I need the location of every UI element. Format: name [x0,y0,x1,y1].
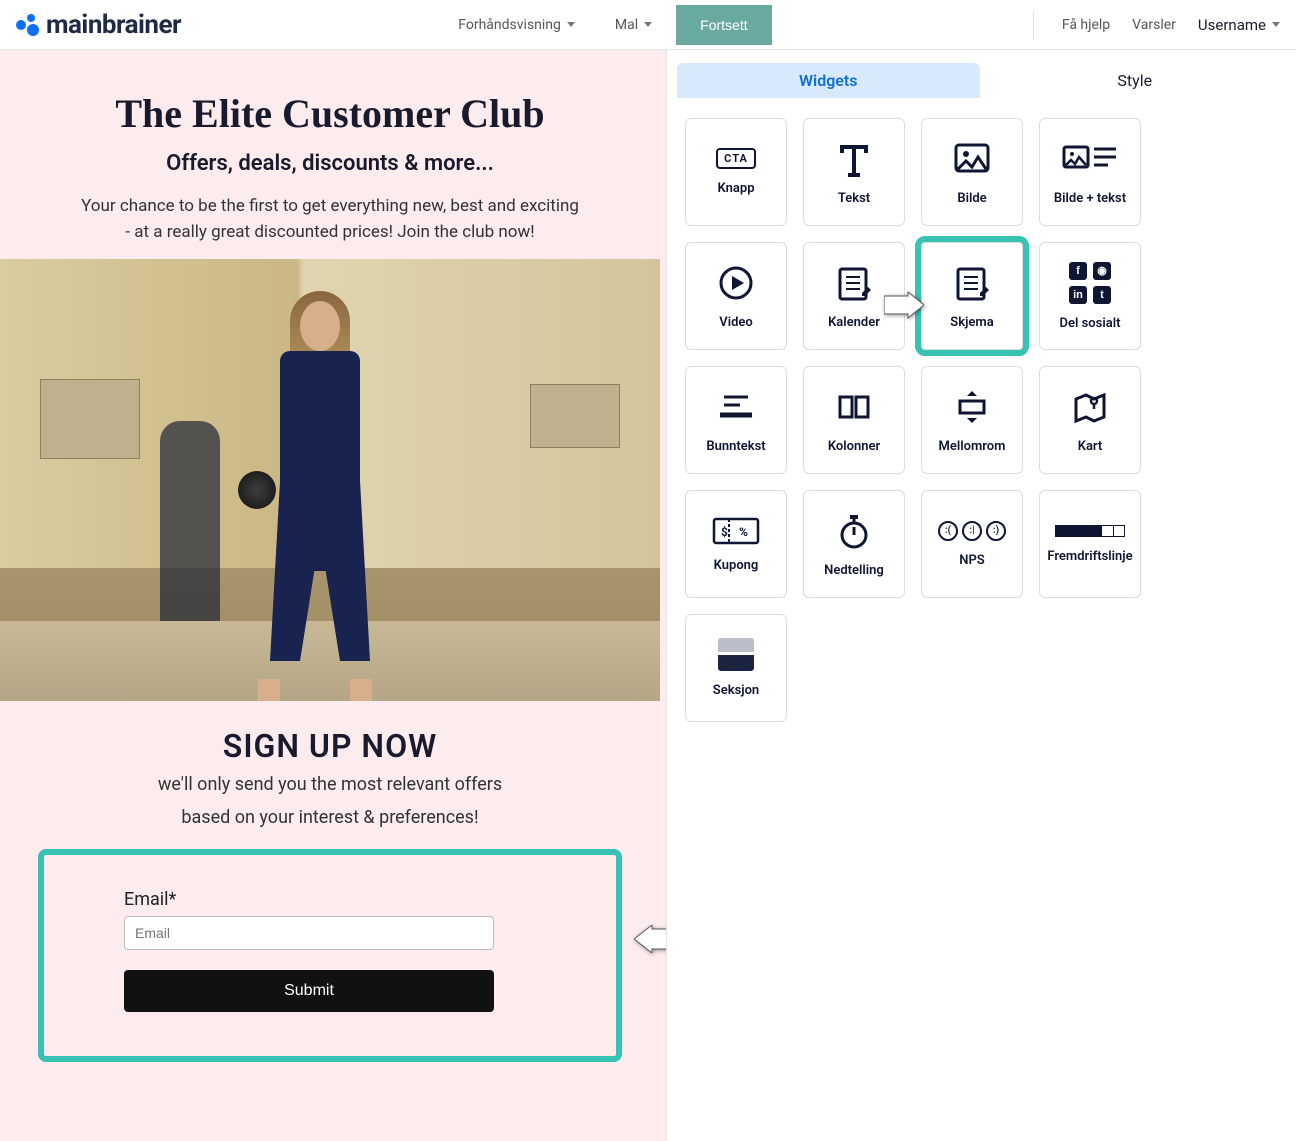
logo: mainbrainer [16,10,181,40]
logo-dots-icon [16,13,40,37]
widget-label: Bilde + tekst [1054,191,1126,206]
widget-label: Skjema [950,315,993,330]
alerts-link[interactable]: Varsler [1132,17,1176,33]
caret-down-icon [644,22,652,27]
widget-bilde-tekst[interactable]: Bilde + tekst [1039,118,1141,226]
widget-label: Tekst [838,191,870,206]
form-widget-highlight[interactable]: Email* Submit [38,849,622,1062]
widget-skjema[interactable]: Skjema [921,242,1023,350]
widget-label: Bunntekst [706,439,765,454]
widgets-grid: CTA Knapp Tekst Bilde Bilde + tekst [667,100,1296,740]
signup-desc-1: we'll only send you the most relevant of… [38,771,622,798]
widget-label: Bilde [957,191,986,206]
form-icon [952,263,992,303]
image-icon [952,139,992,179]
header-center: Forhåndsvisning Mal Fortsett [442,5,771,45]
club-desc-1: Your chance to be the first to get every… [0,194,660,220]
social-icons: f◉int [1069,262,1111,304]
canvas-area[interactable]: The Elite Customer Club Offers, deals, d… [0,50,666,1141]
preview-label: Forhåndsvisning [458,17,561,33]
signup-desc-2: based on your interest & preferences! [38,804,622,831]
submit-button[interactable]: Submit [124,970,494,1012]
preview-dropdown[interactable]: Forhåndsvisning [442,7,591,43]
tab-style[interactable]: Style [984,63,1287,98]
video-icon [716,263,756,303]
app-header: mainbrainer Forhåndsvisning Mal Fortsett… [0,0,1296,50]
hero-image [0,259,660,701]
continue-button[interactable]: Fortsett [676,5,771,45]
widget-nps[interactable]: :(:|:) NPS [921,490,1023,598]
club-title: The Elite Customer Club [0,90,660,137]
widget-kupong[interactable]: $% Kupong [685,490,787,598]
widget-label: Nedtelling [824,563,884,578]
widget-nedtelling[interactable]: Nedtelling [803,490,905,598]
username-dropdown[interactable]: Username [1198,16,1280,34]
image-text-icon [1062,139,1118,179]
club-subtitle: Offers, deals, discounts & more... [0,151,660,176]
right-panel: Widgets Style CTA Knapp Tekst Bilde [666,50,1296,1141]
text-icon [834,139,874,179]
calendar-icon [834,263,874,303]
nps-icon: :(:|:) [938,521,1006,541]
caret-down-icon [567,22,575,27]
widget-kolonner[interactable]: Kolonner [803,366,905,474]
widget-label: Knapp [717,181,754,196]
section-icon [718,638,754,671]
stopwatch-icon [834,511,874,551]
tab-widgets[interactable]: Widgets [677,63,980,98]
widget-video[interactable]: Video [685,242,787,350]
widget-seksjon[interactable]: Seksjon [685,614,787,722]
map-icon [1070,387,1110,427]
username-text: Username [1198,16,1266,34]
email-input[interactable] [124,916,494,950]
landing-page-preview: The Elite Customer Club Offers, deals, d… [0,50,660,1122]
pointer-arrow-icon [634,925,666,953]
signup-section: SIGN UP NOW we'll only send you the most… [0,701,660,1122]
template-label: Mal [615,17,638,33]
panel-tabs: Widgets Style [667,50,1296,100]
widget-tekst[interactable]: Tekst [803,118,905,226]
divider [1033,11,1034,39]
footer-icon [716,387,756,427]
pointer-arrow-icon [884,285,924,311]
spacer-icon [952,387,992,427]
widget-label: Kart [1078,439,1103,454]
widget-bilde[interactable]: Bilde [921,118,1023,226]
header-right: Få hjelp Varsler Username [1033,11,1280,39]
template-dropdown[interactable]: Mal [599,7,668,43]
email-label: Email* [124,889,536,910]
cta-icon: CTA [716,148,756,169]
widget-label: Video [719,315,753,330]
help-link[interactable]: Få hjelp [1062,17,1110,33]
widget-fremdriftslinje[interactable]: Fremdriftslinje [1039,490,1141,598]
progress-icon [1055,525,1125,537]
widget-mellomrom[interactable]: Mellomrom [921,366,1023,474]
svg-text:$: $ [721,525,728,539]
caret-down-icon [1272,22,1280,27]
club-desc-2: - at a really great discounted prices! J… [0,220,660,246]
logo-text: mainbrainer [46,10,181,40]
widget-label: Kolonner [828,439,880,454]
widget-kart[interactable]: Kart [1039,366,1141,474]
signup-title: SIGN UP NOW [38,727,622,765]
widget-label: Fremdriftslinje [1047,549,1132,564]
widget-knapp[interactable]: CTA Knapp [685,118,787,226]
svg-text:%: % [739,525,748,539]
widget-bunntekst[interactable]: Bunntekst [685,366,787,474]
widget-label: NPS [959,553,984,568]
widget-label: Del sosialt [1060,316,1121,331]
widget-label: Kalender [828,315,880,330]
columns-icon [834,387,874,427]
widget-del-sosialt[interactable]: f◉int Del sosialt [1039,242,1141,350]
widget-label: Seksjon [713,683,759,698]
widget-label: Mellomrom [939,439,1006,454]
widget-label: Kupong [714,558,759,573]
coupon-icon: $% [711,516,761,546]
